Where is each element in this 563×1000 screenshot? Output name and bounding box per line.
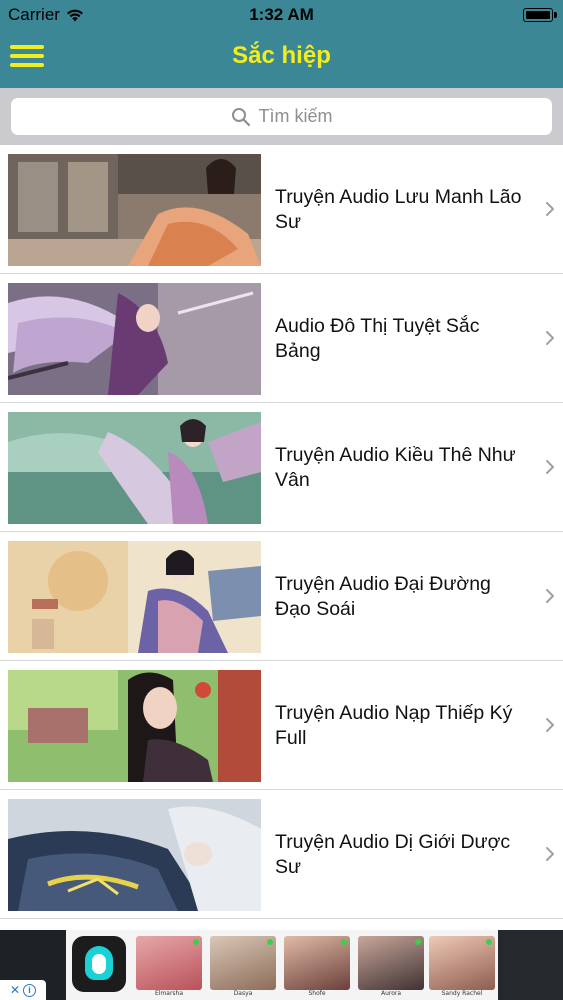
ad-profile-photo[interactable] xyxy=(284,936,350,990)
list-item[interactable]: Truyện Audio Kiều Thê Như Vân xyxy=(0,403,563,532)
story-thumbnail xyxy=(8,412,261,524)
story-thumbnail xyxy=(8,154,261,266)
ad-content[interactable]: Elmarsha Dasya Shofe Aurora Sandy Rachel xyxy=(66,930,498,1000)
story-thumbnail xyxy=(8,541,261,653)
app-header: Carrier 1:32 AM Sắc hiệp xyxy=(0,0,563,88)
story-title: Truyện Audio Lưu Manh Lão Sư xyxy=(275,185,522,233)
story-title: Truyện Audio Đại Đường Đạo Soái xyxy=(275,572,491,620)
list-item[interactable]: Truyện Audio Dị Giới Dược Sư xyxy=(0,790,563,919)
story-title: Truyện Audio Kiều Thê Như Vân xyxy=(275,443,516,491)
chevron-right-icon xyxy=(546,331,554,345)
list-item[interactable]: Truyện Audio Đại Đường Đạo Soái xyxy=(0,532,563,661)
story-title: Audio Đô Thị Tuyệt Sắc Bảng xyxy=(275,314,480,362)
close-icon[interactable]: ✕ xyxy=(10,983,20,997)
ad-profile-photo[interactable] xyxy=(210,936,276,990)
story-thumbnail xyxy=(8,283,261,395)
list-item[interactable]: Truyện Audio Nạp Thiếp Ký Full xyxy=(0,661,563,790)
page-title: Sắc hiệp xyxy=(232,42,331,69)
status-bar: Carrier 1:32 AM xyxy=(0,0,563,30)
status-time: 1:32 AM xyxy=(249,5,314,24)
search-input[interactable]: Tìm kiếm xyxy=(11,98,552,135)
chevron-right-icon xyxy=(546,718,554,732)
navigation-bar: Sắc hiệp xyxy=(0,30,563,88)
chevron-right-icon xyxy=(546,202,554,216)
chevron-right-icon xyxy=(546,847,554,861)
search-icon xyxy=(231,107,250,126)
story-title: Truyện Audio Nạp Thiếp Ký Full xyxy=(275,701,513,749)
chevron-right-icon xyxy=(546,460,554,474)
ad-profile-name: Dasya xyxy=(233,990,253,997)
story-thumbnail xyxy=(8,670,261,782)
app-logo-icon xyxy=(72,936,126,992)
ad-profile-photo[interactable] xyxy=(136,936,202,990)
story-title: Truyện Audio Dị Giới Dược Sư xyxy=(275,830,511,878)
ad-profile-photo[interactable] xyxy=(429,936,495,990)
story-thumbnail xyxy=(8,799,261,911)
ad-profile-name: Shofe xyxy=(308,990,326,997)
list-item[interactable]: Audio Đô Thị Tuyệt Sắc Bảng xyxy=(0,274,563,403)
info-icon[interactable]: i xyxy=(23,983,37,997)
search-placeholder: Tìm kiếm xyxy=(258,106,333,126)
battery-icon xyxy=(523,8,557,22)
ad-profile-name: Elmarsha xyxy=(154,990,184,997)
battery-fill xyxy=(526,11,550,19)
ad-profile-name: Aurora xyxy=(380,990,402,997)
search-bar-container: Tìm kiếm xyxy=(0,88,563,145)
story-list: Truyện Audio Lưu Manh Lão Sư Audio Đô Th… xyxy=(0,145,563,919)
ad-side-panel xyxy=(498,930,563,1000)
ad-profile-photo[interactable] xyxy=(358,936,424,990)
ad-choices-button[interactable]: ✕ i xyxy=(0,980,46,1000)
list-item[interactable]: Truyện Audio Lưu Manh Lão Sư xyxy=(0,145,563,274)
chevron-right-icon xyxy=(546,589,554,603)
ad-banner[interactable]: ✕ i Elmarsha Dasya Shofe Aurora Sandy Ra… xyxy=(0,930,563,1000)
ad-profile-name: Sandy Rachel xyxy=(441,990,483,997)
